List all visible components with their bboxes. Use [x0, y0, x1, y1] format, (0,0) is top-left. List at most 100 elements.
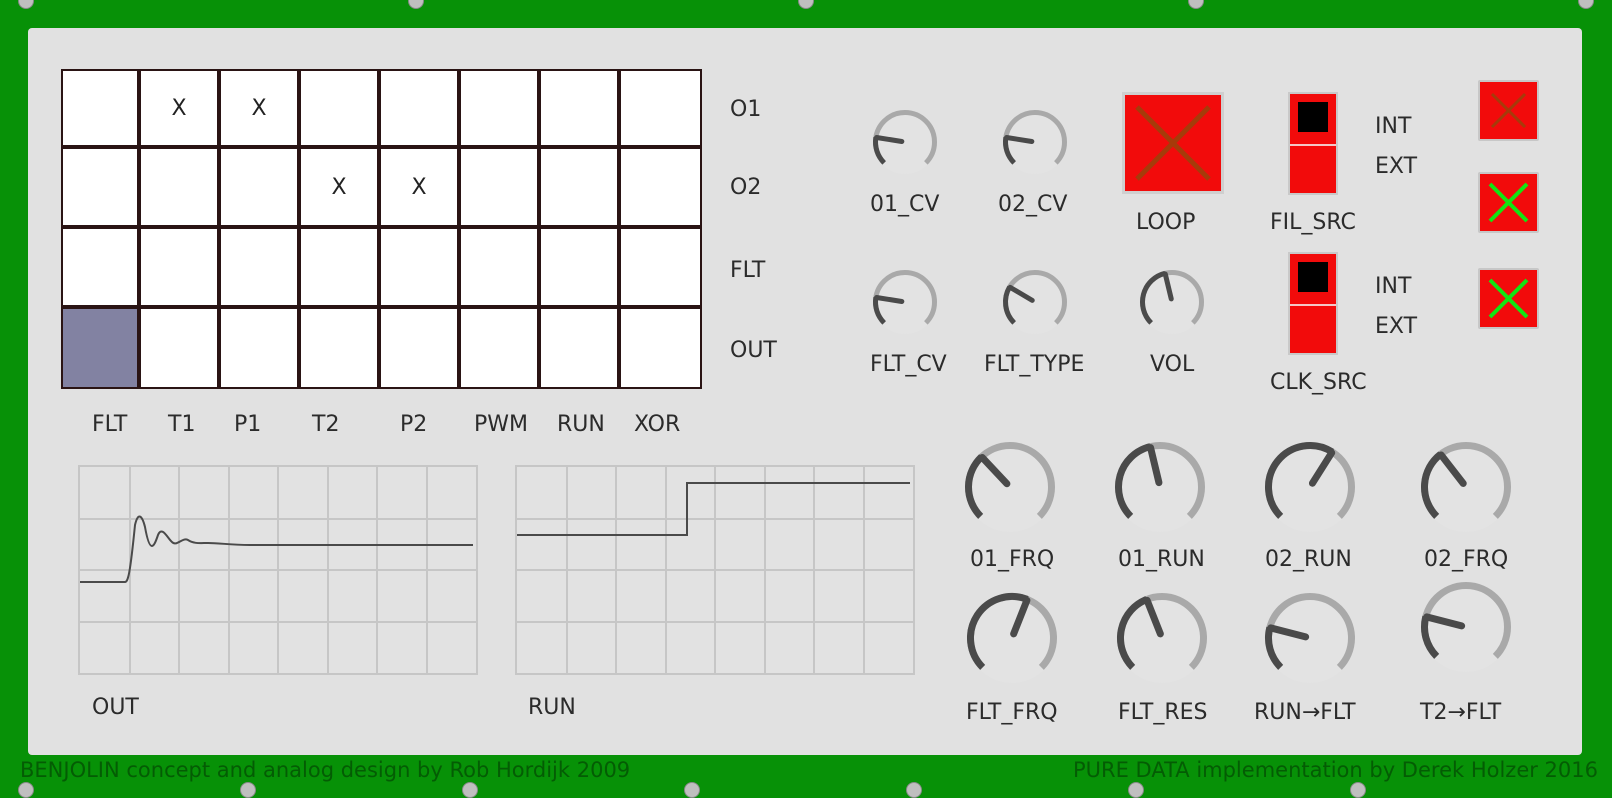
matrix-cell[interactable]	[461, 71, 541, 149]
knob-label: 01_FRQ	[970, 547, 1055, 572]
knob[interactable]	[961, 587, 1063, 693]
matrix-cell[interactable]	[621, 71, 700, 149]
fil-src-switch[interactable]	[1288, 92, 1338, 195]
matrix-cell[interactable]	[221, 309, 301, 387]
matrix-cell[interactable]	[541, 309, 621, 387]
matrix-cell[interactable]	[221, 149, 301, 229]
matrix-cell[interactable]	[221, 229, 301, 309]
knob-label: VOL	[1150, 352, 1195, 377]
knob-label: FLT_TYPE	[984, 352, 1085, 377]
loop-toggle[interactable]	[1122, 92, 1224, 194]
scope-run-label: RUN	[528, 695, 576, 720]
green-x-icon	[1488, 182, 1529, 223]
fil-src-int-label: INT	[1375, 114, 1412, 139]
matrix-col-label: RUN	[557, 412, 605, 437]
matrix-cell[interactable]	[301, 309, 381, 387]
matrix-col-label: P2	[400, 412, 428, 437]
clk-src-handle	[1298, 262, 1328, 292]
side-toggle-1[interactable]	[1478, 80, 1539, 141]
scope-out	[78, 465, 478, 675]
rail-screw	[1128, 782, 1144, 798]
knob-label: 02_FRQ	[1424, 547, 1509, 572]
credit-left: BENJOLIN concept and analog design by Ro…	[20, 758, 631, 782]
side-toggle-3[interactable]	[1478, 268, 1539, 329]
knob[interactable]	[867, 104, 943, 184]
matrix-cell[interactable]: X	[381, 149, 461, 229]
matrix-col-label: PWM	[474, 412, 529, 437]
knob[interactable]	[1415, 576, 1517, 682]
matrix-row-label: O2	[730, 175, 762, 200]
green-x-icon	[1488, 278, 1529, 319]
side-toggle-2[interactable]	[1478, 172, 1539, 233]
matrix-cell[interactable]	[381, 229, 461, 309]
rail-screw	[18, 782, 34, 798]
matrix-cell[interactable]	[541, 229, 621, 309]
matrix-cell[interactable]	[301, 229, 381, 309]
matrix-cell[interactable]: X	[221, 71, 301, 149]
matrix-row-label: FLT	[730, 258, 766, 283]
knob-label: T2→FLT	[1420, 700, 1502, 725]
matrix-row-label: O1	[730, 97, 762, 122]
matrix-cell[interactable]	[141, 149, 221, 229]
matrix-cell[interactable]	[63, 229, 141, 309]
knob-label: 01_CV	[870, 192, 940, 217]
matrix-cell[interactable]	[621, 309, 700, 387]
rail-screw	[1350, 782, 1366, 798]
matrix-cell[interactable]	[141, 229, 221, 309]
matrix-cell[interactable]	[141, 309, 221, 387]
matrix-cell[interactable]	[381, 309, 461, 387]
knob[interactable]	[1415, 436, 1517, 542]
scope-run	[515, 465, 915, 675]
routing-matrix: XXXX	[61, 69, 702, 389]
knob-label: FLT_FRQ	[966, 700, 1058, 725]
clk-src-switch[interactable]	[1288, 252, 1338, 355]
fil-src-label: FIL_SRC	[1270, 210, 1356, 235]
rail-screw	[684, 782, 700, 798]
knob-label: 02_RUN	[1265, 547, 1352, 572]
clk-src-divider	[1290, 304, 1336, 306]
matrix-cell[interactable]	[301, 71, 381, 149]
scope-run-graph	[517, 467, 913, 673]
rail-screw	[462, 782, 478, 798]
rail-screw	[906, 782, 922, 798]
matrix-col-label: FLT	[92, 412, 128, 437]
matrix-row-label: OUT	[730, 338, 777, 363]
dim-x-icon	[1490, 92, 1527, 129]
matrix-cell[interactable]	[621, 229, 700, 309]
knob[interactable]	[1259, 587, 1361, 693]
knob-label: FLT_RES	[1118, 700, 1208, 725]
matrix-cell[interactable]: X	[301, 149, 381, 229]
fil-src-divider	[1290, 144, 1336, 146]
knob[interactable]	[1259, 436, 1361, 542]
knob[interactable]	[1134, 264, 1210, 344]
knob[interactable]	[959, 436, 1061, 542]
knob[interactable]	[997, 104, 1073, 184]
matrix-cell[interactable]	[541, 149, 621, 229]
knob[interactable]	[867, 264, 943, 344]
matrix-cell[interactable]	[63, 71, 141, 149]
knob[interactable]	[1109, 436, 1211, 542]
matrix-cell[interactable]	[541, 71, 621, 149]
rail-screw	[240, 782, 256, 798]
scope-out-label: OUT	[92, 695, 139, 720]
matrix-col-label: XOR	[634, 412, 681, 437]
matrix-cell[interactable]	[461, 229, 541, 309]
clk-src-ext-label: EXT	[1375, 314, 1418, 339]
matrix-cell[interactable]	[621, 149, 700, 229]
knob[interactable]	[1111, 587, 1213, 693]
loop-x-icon	[1135, 105, 1211, 181]
matrix-cell[interactable]: X	[141, 71, 221, 149]
matrix-cell[interactable]	[461, 309, 541, 387]
fil-src-ext-label: EXT	[1375, 154, 1418, 179]
knob-label: 02_CV	[998, 192, 1068, 217]
matrix-cell[interactable]	[461, 149, 541, 229]
scope-run-trace	[517, 482, 910, 536]
matrix-cell[interactable]	[63, 309, 141, 387]
knob-label: FLT_CV	[870, 352, 947, 377]
knob-label: RUN→FLT	[1254, 700, 1356, 725]
knob[interactable]	[997, 264, 1073, 344]
scope-out-trace	[80, 515, 473, 583]
matrix-cell[interactable]	[63, 149, 141, 229]
credit-right: PURE DATA implementation by Derek Holzer…	[1072, 758, 1598, 782]
matrix-cell[interactable]	[381, 71, 461, 149]
